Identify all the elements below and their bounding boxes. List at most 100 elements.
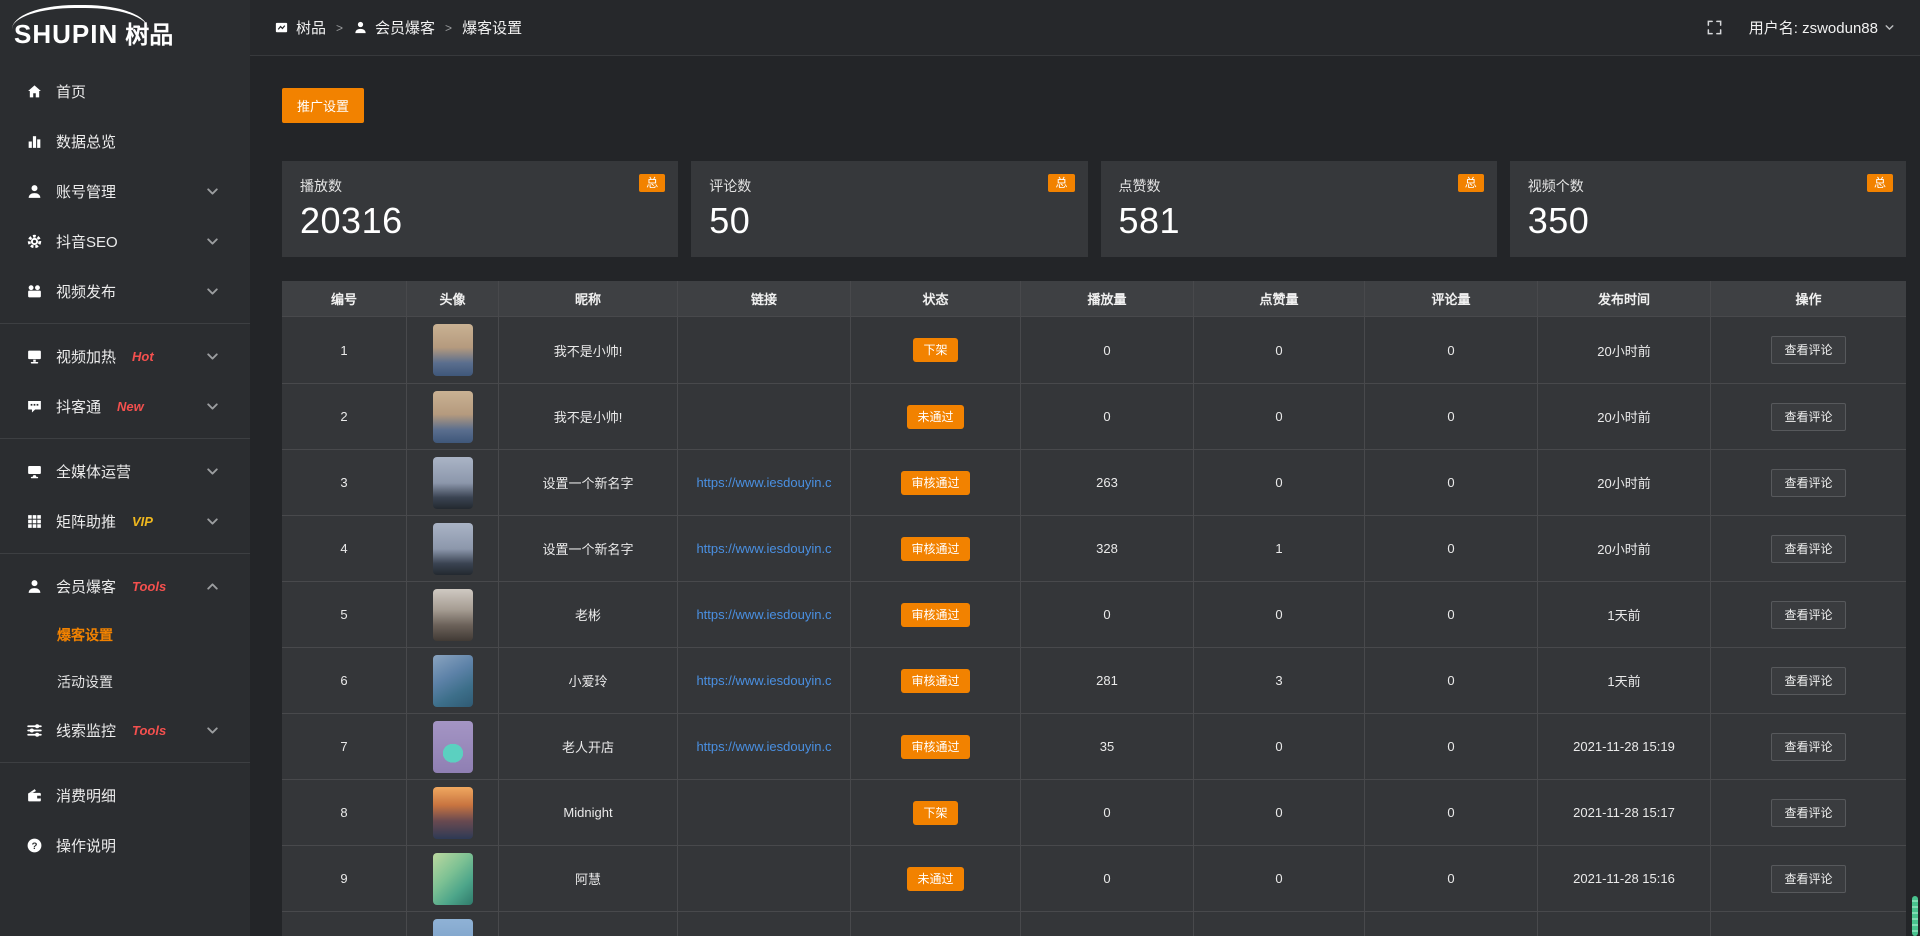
status-button[interactable]: 下架 [913, 801, 957, 825]
video-link[interactable]: https://www.iesdouyin.c [696, 475, 831, 490]
column-header-8: 发布时间 [1538, 281, 1711, 316]
status-button[interactable]: 审核通过 [901, 471, 969, 495]
total-badge: 总 [1867, 174, 1893, 192]
table-row-1: 1我不是小帅!下架00020小时前查看评论 [282, 317, 1906, 383]
sidebar-item-12[interactable]: 会员爆客Tools [0, 561, 250, 611]
screen-icon [26, 463, 43, 480]
stat-card-value: 50 [709, 200, 1069, 242]
sidebar-divider [0, 553, 250, 554]
view-comments-button[interactable]: 查看评论 [1771, 865, 1845, 893]
logo: SHUPIN树品 [0, 0, 250, 58]
column-header-2: 昵称 [499, 281, 678, 316]
publish-time: 20小时前 [1597, 473, 1650, 492]
view-comments-button[interactable]: 查看评论 [1771, 601, 1845, 629]
logo-text: SHUPIN树品 [14, 15, 173, 50]
plays-count: 0 [1103, 871, 1110, 886]
table-body: 1我不是小帅!下架00020小时前查看评论2我不是小帅!未通过00020小时前查… [282, 317, 1906, 936]
video-link[interactable]: https://www.iesdouyin.c [696, 541, 831, 556]
status-button[interactable]: 未通过 [907, 867, 963, 891]
view-comments-button[interactable]: 查看评论 [1771, 667, 1845, 695]
sidebar-subitem-0[interactable]: 爆客设置 [0, 611, 250, 658]
table-row-9: 9阿慧未通过0002021-11-28 15:16查看评论 [282, 845, 1906, 911]
table-row-8: 8Midnight下架0002021-11-28 15:17查看评论 [282, 779, 1906, 845]
status-button[interactable]: 审核通过 [901, 537, 969, 561]
view-comments-button[interactable]: 查看评论 [1771, 469, 1845, 497]
breadcrumb: 树品>会员爆客>爆客设置 [274, 17, 522, 38]
home-icon [26, 83, 43, 100]
user-menu[interactable]: 用户名: zswodun88 [1749, 17, 1896, 38]
sidebar-item-6[interactable]: 视频加热Hot [0, 331, 250, 381]
likes-count: 3 [1275, 673, 1282, 688]
likes-count: 0 [1275, 805, 1282, 820]
likes-count: 0 [1275, 871, 1282, 886]
avatar-image [433, 523, 473, 575]
sidebar-item-label: 操作说明 [56, 835, 116, 856]
sidebar-item-15[interactable]: 消费明细 [0, 770, 250, 820]
likes-count: 0 [1275, 739, 1282, 754]
column-header-0: 编号 [282, 281, 407, 316]
status-button[interactable]: 下架 [913, 338, 957, 362]
breadcrumb-item-2[interactable]: 爆客设置 [462, 17, 522, 38]
chevron-down-icon [204, 183, 221, 200]
avatar-image [433, 919, 473, 936]
sidebar-divider [0, 323, 250, 324]
status-button[interactable]: 审核通过 [901, 735, 969, 759]
view-comments-button[interactable]: 查看评论 [1771, 799, 1845, 827]
nickname: 老彬 [575, 605, 601, 624]
fullscreen-icon[interactable] [1706, 19, 1723, 36]
member-icon [26, 578, 43, 595]
view-comments-button[interactable]: 查看评论 [1771, 336, 1845, 364]
breadcrumb-item-0[interactable]: 树品 [274, 17, 326, 38]
column-header-3: 链接 [678, 281, 851, 316]
status-button[interactable]: 审核通过 [901, 603, 969, 627]
sidebar-divider [0, 762, 250, 763]
sidebar-item-label: 线索监控 [56, 720, 116, 741]
promotion-settings-button[interactable]: 推广设置 [282, 88, 364, 123]
video-link[interactable]: https://www.iesdouyin.c [696, 673, 831, 688]
view-comments-button[interactable]: 查看评论 [1771, 733, 1845, 761]
user-icon [26, 183, 43, 200]
publish-time: 1天前 [1607, 671, 1640, 690]
sidebar-item-7[interactable]: 抖客通New [0, 381, 250, 431]
avatar-image [433, 324, 473, 376]
scrollbar-thumb[interactable] [1912, 896, 1918, 936]
breadcrumb-item-1[interactable]: 会员爆客 [353, 17, 435, 38]
view-comments-button[interactable]: 查看评论 [1771, 535, 1845, 563]
chat-icon [26, 398, 43, 415]
sidebar-divider [0, 438, 250, 439]
sidebar-item-0[interactable]: 首页 [0, 66, 250, 116]
status-button[interactable]: 审核通过 [901, 669, 969, 693]
comments-count: 0 [1447, 475, 1454, 490]
plays-count: 328 [1096, 541, 1118, 556]
row-id: 5 [340, 607, 347, 622]
sidebar-item-1[interactable]: 数据总览 [0, 116, 250, 166]
sidebar-item-badge: VIP [132, 514, 153, 529]
wallet-icon [26, 787, 43, 804]
view-comments-button[interactable]: 查看评论 [1771, 403, 1845, 431]
column-header-7: 评论量 [1365, 281, 1538, 316]
plays-count: 0 [1103, 805, 1110, 820]
video-link[interactable]: https://www.iesdouyin.c [696, 739, 831, 754]
chevron-down-icon [204, 463, 221, 480]
video-link[interactable]: https://www.iesdouyin.c [696, 607, 831, 622]
publish-time: 2021-11-28 15:16 [1573, 871, 1675, 886]
likes-count: 0 [1275, 343, 1282, 358]
chevron-down-icon [204, 283, 221, 300]
sidebar-item-13[interactable]: 线索监控Tools [0, 705, 250, 755]
status-button[interactable]: 未通过 [907, 405, 963, 429]
sidebar-item-label: 账号管理 [56, 181, 116, 202]
brand-name-en: SHUPIN [14, 19, 118, 49]
sidebar-item-9[interactable]: 全媒体运营 [0, 446, 250, 496]
sidebar-item-2[interactable]: 账号管理 [0, 166, 250, 216]
sidebar-item-4[interactable]: 视频发布 [0, 266, 250, 316]
stat-card-1: 评论数总50 [691, 161, 1087, 257]
row-id: 7 [340, 739, 347, 754]
comments-count: 0 [1447, 739, 1454, 754]
sidebar-item-3[interactable]: 抖音SEO [0, 216, 250, 266]
stat-card-2: 点赞数总581 [1101, 161, 1497, 257]
sidebar-subitem-1[interactable]: 活动设置 [0, 658, 250, 705]
sidebar-item-16[interactable]: ?操作说明 [0, 820, 250, 870]
sidebar-item-10[interactable]: 矩阵助推VIP [0, 496, 250, 546]
sidebar-item-label: 抖音SEO [56, 231, 118, 252]
comments-count: 0 [1447, 607, 1454, 622]
